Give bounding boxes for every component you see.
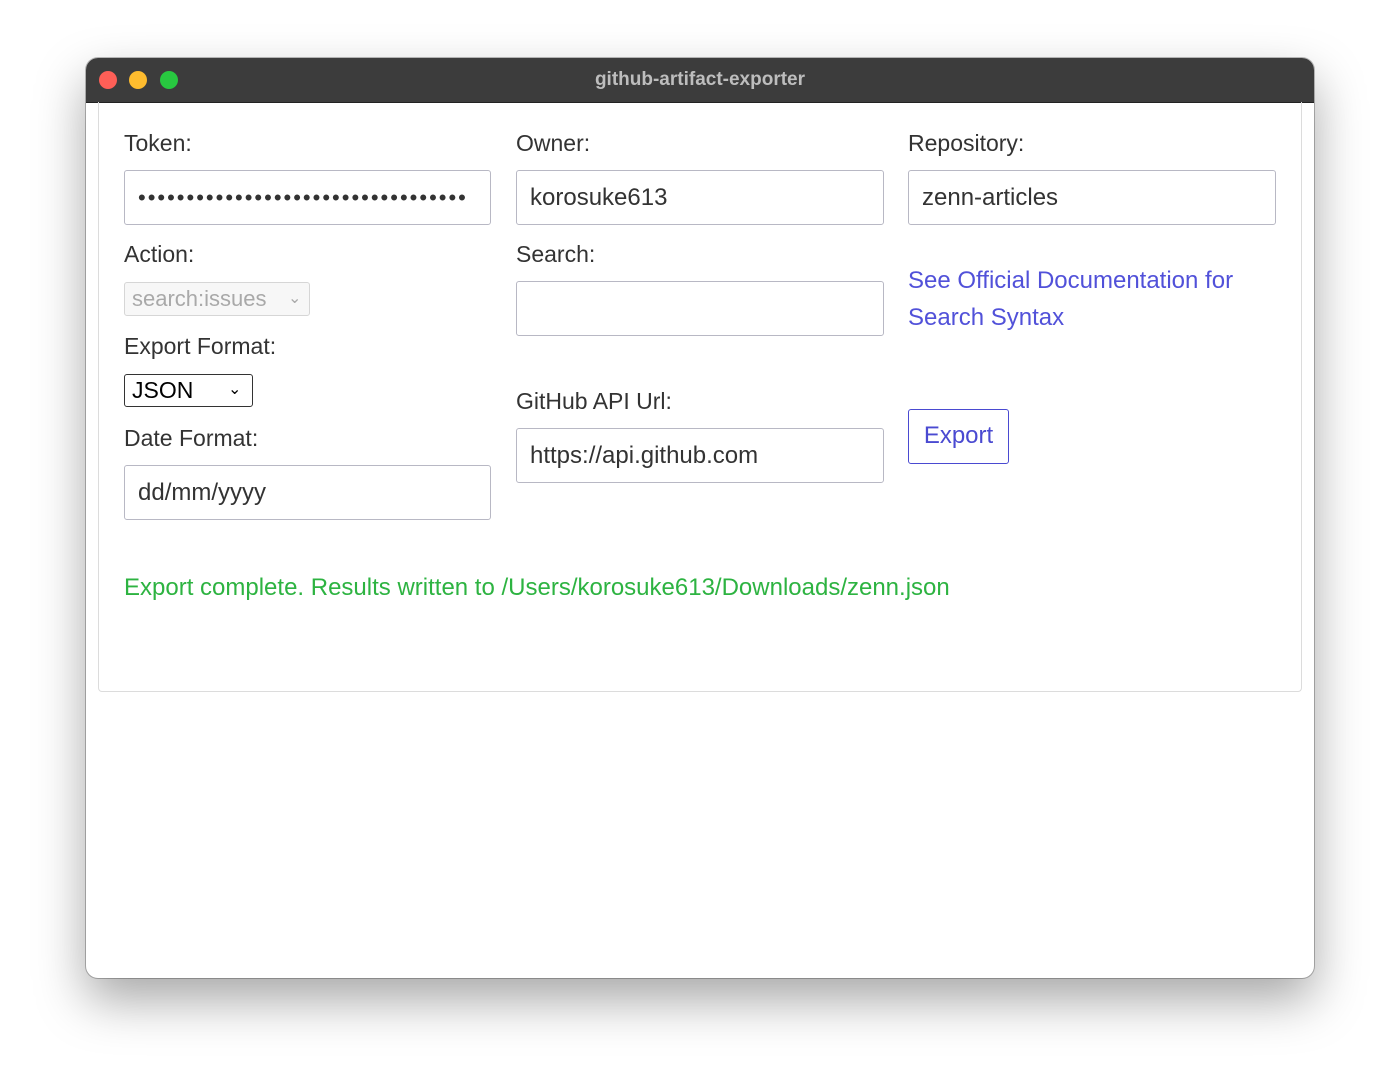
search-field[interactable] (516, 281, 884, 336)
search-syntax-docs-link[interactable]: See Official Documentation for Search Sy… (908, 262, 1233, 336)
window-title: github-artifact-exporter (594, 69, 806, 90)
export-button[interactable]: Export (908, 409, 1009, 464)
status-message: Export complete. Results written to /Use… (124, 574, 950, 601)
chevron-down-icon: ⌄ (288, 290, 302, 307)
search-label: Search: (516, 241, 596, 267)
title-bar[interactable]: github-artifact-exporter (86, 58, 1314, 103)
date-format-field[interactable]: dd/mm/yyyy (124, 465, 491, 520)
app-window: github-artifact-exporter Token: ••••••••… (86, 58, 1314, 978)
export-format-label: Export Format: (124, 333, 277, 359)
export-format-select[interactable]: JSON ⌄ (124, 374, 253, 407)
docs-link-line-2: Search Syntax (908, 304, 1065, 331)
owner-label: Owner: (516, 130, 591, 156)
owner-field[interactable]: korosuke613 (516, 170, 884, 225)
repository-field[interactable]: zenn-articles (908, 170, 1276, 225)
chevron-down-icon: ⌄ (228, 381, 242, 398)
docs-link-line-1: See Official Documentation for (908, 267, 1234, 294)
token-field[interactable]: •••••••••••••••••••••••••••••••••• (124, 170, 491, 225)
action-select: search:issues ⌄ (124, 282, 310, 316)
token-masked-value: •••••••••••••••••••••••••••••••••• (138, 185, 468, 210)
action-label: Action: (124, 241, 195, 267)
date-format-label: Date Format: (124, 425, 259, 451)
action-selected-value: search:issues (132, 286, 267, 311)
api-url-label: GitHub API Url: (516, 388, 672, 414)
export-format-selected-value: JSON (132, 377, 194, 403)
token-label: Token: (124, 130, 192, 156)
repository-label: Repository: (908, 130, 1025, 156)
api-url-field[interactable]: https://api.github.com (516, 428, 884, 483)
